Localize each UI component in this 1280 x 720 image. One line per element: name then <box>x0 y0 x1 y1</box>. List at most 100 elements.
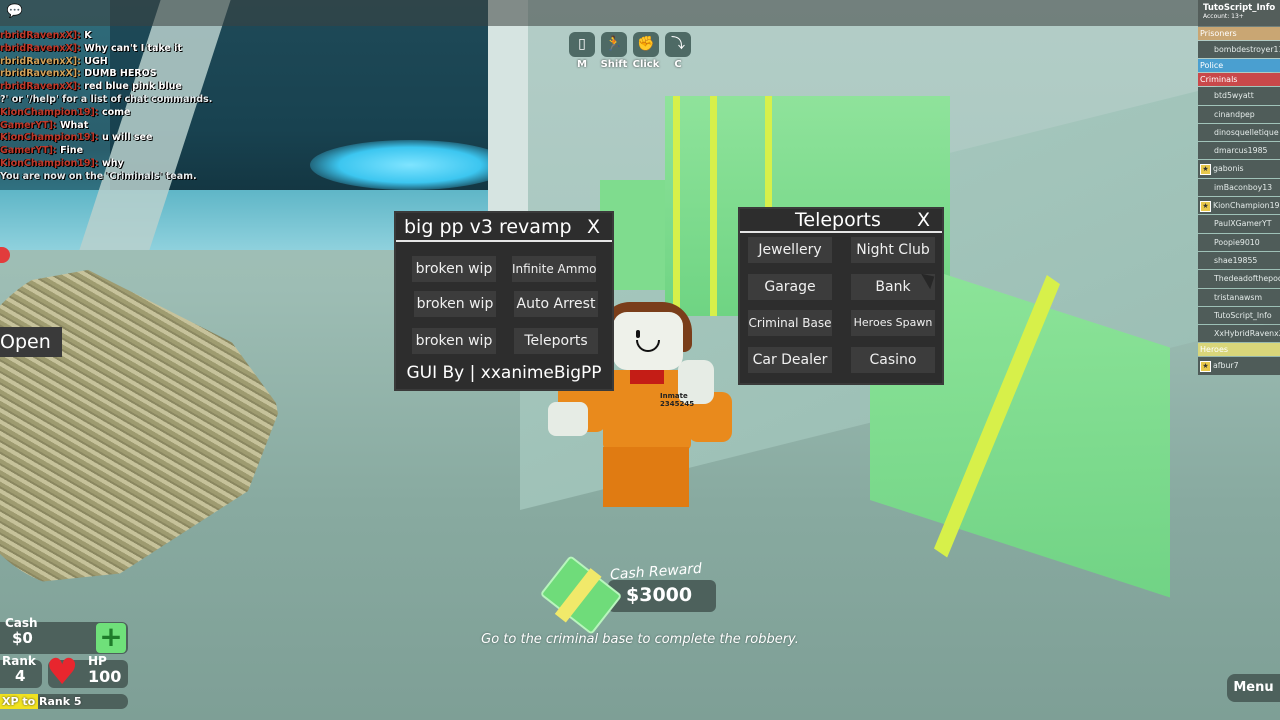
keybind-shift[interactable]: 🏃 Shift <box>601 32 627 70</box>
badge-icon: ★ <box>1200 200 1211 212</box>
chat-text: why <box>101 157 124 169</box>
keybind-label: C <box>674 59 682 70</box>
keybind-click[interactable]: ✊ Click <box>633 32 659 70</box>
objective-text: Go to the criminal base to complete the … <box>481 632 799 647</box>
team-header-police: Police <box>1198 59 1280 73</box>
teleport-jewellery[interactable]: Jewellery <box>748 237 832 263</box>
player-row[interactable]: TutoScript_Info <box>1198 306 1280 325</box>
teleports-title-bar[interactable]: Teleports X <box>740 209 942 233</box>
punch-icon[interactable]: ✊ <box>633 32 659 57</box>
player-row[interactable]: dinosquelletique <box>1198 123 1280 142</box>
chat-sender: rbridRavenxX]: <box>0 42 81 54</box>
teleport-heroes-spawn[interactable]: Heroes Spawn <box>851 310 935 336</box>
chat-message: GamerYT]: What <box>0 120 240 133</box>
close-button[interactable]: X <box>587 216 600 238</box>
player-row[interactable]: Poopie9010 <box>1198 233 1280 251</box>
player-name: XxHybridRavenxX <box>1214 329 1280 339</box>
broken-wip-button-2[interactable]: broken wip <box>414 291 496 317</box>
player-row[interactable]: ★ afbur7 <box>1198 357 1280 375</box>
team-header-prisoners: Prisoners <box>1198 27 1280 40</box>
teleports-button[interactable]: Teleports <box>514 328 598 354</box>
player-name: Thedeadofthepool <box>1214 274 1280 284</box>
teleport-bank[interactable]: Bank <box>851 274 935 300</box>
player-row[interactable]: PaulXGamerYT <box>1198 215 1280 233</box>
account-age: Account: 13+ <box>1203 13 1244 20</box>
player-name: imBaconboy13 <box>1214 182 1273 192</box>
chat-message: ?' or '/help' for a list of chat command… <box>0 94 240 107</box>
player-row[interactable]: imBaconboy13 <box>1198 178 1280 197</box>
player-row[interactable]: Thedeadofthepool <box>1198 270 1280 288</box>
crouch-icon[interactable]: ⤵ <box>665 32 691 57</box>
teleport-garage[interactable]: Garage <box>748 274 832 300</box>
teleports-title: Teleports <box>795 209 881 231</box>
badge-icon: ★ <box>1200 360 1211 372</box>
infinite-ammo-button[interactable]: Infinite Ammo <box>512 256 596 282</box>
keybind-m[interactable]: ▯ M <box>569 32 595 70</box>
cash-value: $0 <box>12 629 33 647</box>
player-row[interactable]: tristanawsm <box>1198 288 1280 306</box>
chat-text: What <box>60 119 89 131</box>
chat-message: rbridRavenxX]: red blue pink blue <box>0 81 240 94</box>
player-row[interactable]: ★ gabonis <box>1198 160 1280 178</box>
xp-progress-bar: XP to Rank 5 <box>0 694 128 709</box>
chat-text: come <box>101 106 131 118</box>
player-row[interactable]: bombdestroyer11 <box>1198 41 1280 59</box>
player-name: KionChampion19 <box>1213 201 1280 211</box>
player-row[interactable]: shae19855 <box>1198 251 1280 270</box>
chat-sender: KionChampion19]: <box>0 157 99 169</box>
team-header-heroes: Heroes <box>1198 343 1280 357</box>
reward-amount: $3000 <box>626 584 693 606</box>
open-gui-button[interactable]: Open <box>0 327 62 357</box>
chat-toggle-icon[interactable]: 💬 <box>6 4 24 20</box>
chat-sender: GamerYT]: <box>0 119 57 131</box>
player-row[interactable]: ★ KionChampion19 <box>1198 197 1280 215</box>
roblox-topbar <box>0 0 1280 26</box>
player-row[interactable]: btd5wyatt <box>1198 87 1280 105</box>
account-name: TutoScript_Info <box>1203 3 1276 13</box>
auto-arrest-button[interactable]: Auto Arrest <box>514 291 598 317</box>
broken-wip-button-1[interactable]: broken wip <box>412 256 496 282</box>
player-name: TutoScript_Info <box>1214 310 1272 320</box>
phone-icon[interactable]: ▯ <box>569 32 595 57</box>
xp-label: XP to Rank 5 <box>2 695 82 708</box>
cash-reward: Cash Reward $3000 <box>539 554 718 636</box>
chat-message: rbridRavenxX]: K <box>0 30 240 43</box>
gui-title-bar[interactable]: big pp v3 revamp X <box>396 213 612 242</box>
keybind-c[interactable]: ⤵ C <box>665 32 691 70</box>
teleport-car-dealer[interactable]: Car Dealer <box>748 347 832 373</box>
player-name: Poopie9010 <box>1214 237 1260 247</box>
rank-value: 4 <box>15 667 26 685</box>
chat-message: rbridRavenxX]: DUMB HEROS <box>0 68 240 81</box>
chat-sender: KionChampion19]: <box>0 132 99 144</box>
broken-wip-button-3[interactable]: broken wip <box>412 328 496 354</box>
run-icon[interactable]: 🏃 <box>601 32 627 57</box>
player-row[interactable]: dmarcus1985 <box>1198 142 1280 160</box>
teleport-night-club[interactable]: Night Club <box>851 237 935 263</box>
teleport-criminal-base[interactable]: Criminal Base <box>748 310 832 336</box>
hp-value: 100 <box>88 667 122 686</box>
chat-log: rbridRavenxX]: KrbridRavenxX]: Why can't… <box>0 30 240 184</box>
player-name: btd5wyatt <box>1214 91 1254 101</box>
teleport-casino[interactable]: Casino <box>851 347 935 373</box>
chat-message: You are now on the 'Criminals' team. <box>0 171 240 184</box>
player-name: bombdestroyer11 <box>1214 45 1280 54</box>
add-cash-button[interactable]: + <box>96 623 126 653</box>
player-row[interactable]: XxHybridRavenxX <box>1198 325 1280 343</box>
cash-display: Cash $0 + <box>0 616 128 654</box>
teleports-close-button[interactable]: X <box>917 209 930 231</box>
keybind-label: Click <box>632 59 660 70</box>
keybind-label: Shift <box>600 59 628 70</box>
chat-text: K <box>84 30 92 41</box>
chat-text: DUMB HEROS <box>84 68 157 80</box>
chat-text: red blue pink blue <box>84 81 182 93</box>
chat-text: Why can't I take it <box>84 42 182 54</box>
chat-sender: rbridRavenxX]: <box>0 68 81 80</box>
exploit-gui-window: big pp v3 revamp X broken wip Infinite A… <box>394 211 614 391</box>
player-list: TutoScript_Info Account: 13+ Prisoners bo… <box>1198 0 1280 376</box>
chat-sender: rbridRavenxX]: <box>0 55 81 67</box>
account-header[interactable]: TutoScript_Info Account: 13+ <box>1198 0 1280 27</box>
chat-text: ?' or '/help' for a list of chat command… <box>0 93 213 105</box>
player-row[interactable]: cinandpep <box>1198 105 1280 123</box>
wicker-basket <box>0 269 280 590</box>
menu-button[interactable]: Menu <box>1227 674 1280 702</box>
